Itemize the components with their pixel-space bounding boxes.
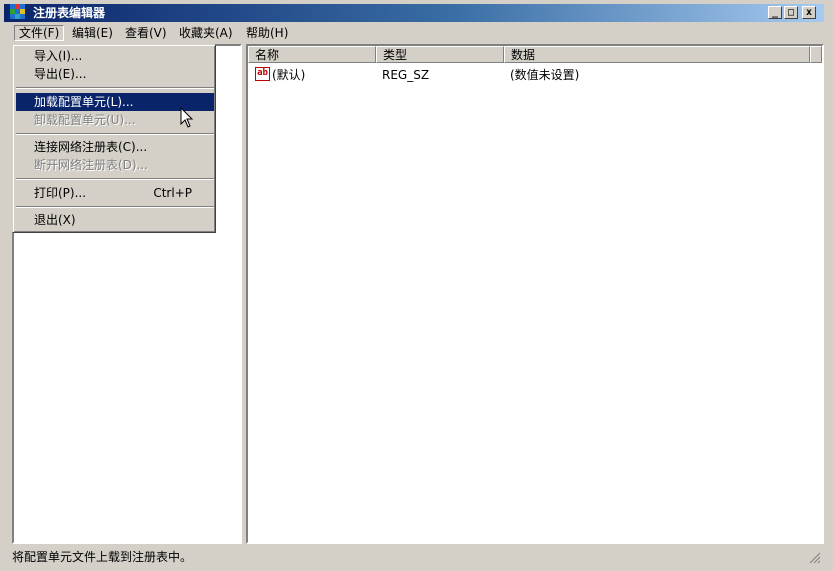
menu-edit[interactable]: 编辑(E) [68,25,117,41]
maximize-button[interactable]: □ [784,6,798,19]
minimize-button[interactable]: _ [768,6,782,19]
menu-item-connect-network-registry[interactable]: 连接网络注册表(C)... [16,138,214,156]
menu-item-load-hive-label: 加载配置单元(L)... [34,95,134,109]
menu-item-exit-label: 退出(X) [34,213,76,227]
column-header-type[interactable]: 类型 [376,46,504,63]
window-title: 注册表编辑器 [33,6,106,20]
menu-separator [16,133,214,135]
value-data: (数值未设置) [510,68,580,82]
mouse-pointer-icon [180,107,194,128]
menu-item-unload-hive-label: 卸载配置单元(U)... [34,113,136,127]
menu-item-disconnect-network-registry: 断开网络注册表(D)... [16,156,214,174]
menu-item-export[interactable]: 导出(E)... [16,65,214,83]
close-button[interactable]: x [802,6,816,19]
menu-separator [16,206,214,208]
menu-item-exit[interactable]: 退出(X) [16,211,214,229]
menu-item-import[interactable]: 导入(I)... [16,47,214,65]
menu-separator [16,87,214,89]
menu-file[interactable]: 文件(F) [14,25,65,41]
menu-item-disconnect-label: 断开网络注册表(D)... [34,158,149,172]
menu-view[interactable]: 查看(V) [121,25,171,41]
menu-bar: 文件(F) 编辑(E) 查看(V) 收藏夹(A) 帮助(H) [4,24,824,42]
column-header-data[interactable]: 数据 [504,46,810,63]
menu-item-print-shortcut: Ctrl+P [153,186,192,200]
resize-grip-icon[interactable] [809,552,821,564]
menu-item-connect-label: 连接网络注册表(C)... [34,140,148,154]
menu-item-print-label: 打印(P)... [34,186,87,200]
menu-help[interactable]: 帮助(H) [242,25,292,41]
status-text: 将配置单元文件上载到注册表中。 [12,550,193,564]
column-header-name[interactable]: 名称 [248,46,376,63]
title-bar[interactable] [4,4,824,22]
menu-item-print[interactable]: 打印(P)... Ctrl+P [16,184,214,202]
regedit-app-icon[interactable] [10,4,25,19]
menu-favorites[interactable]: 收藏夹(A) [175,25,237,41]
menu-separator [16,178,214,180]
menu-item-export-label: 导出(E)... [34,67,87,81]
menu-item-import-label: 导入(I)... [34,49,83,63]
column-header-filler [810,46,822,63]
string-value-icon: ab [255,67,270,81]
file-menu-dropdown: 导入(I)... 导出(E)... 加载配置单元(L)... 卸载配置单元(U)… [12,44,216,233]
value-type: REG_SZ [382,68,430,82]
status-bar: 将配置单元文件上载到注册表中。 [4,547,824,567]
values-list-pane[interactable]: 名称 类型 数据 ab (默认) REG_SZ (数值未设置) [246,44,824,544]
registry-editor-window: 注册表编辑器 _ □ x 文件(F) 编辑(E) 查看(V) 收藏夹(A) 帮助… [0,0,833,571]
value-name[interactable]: (默认) [272,66,305,84]
